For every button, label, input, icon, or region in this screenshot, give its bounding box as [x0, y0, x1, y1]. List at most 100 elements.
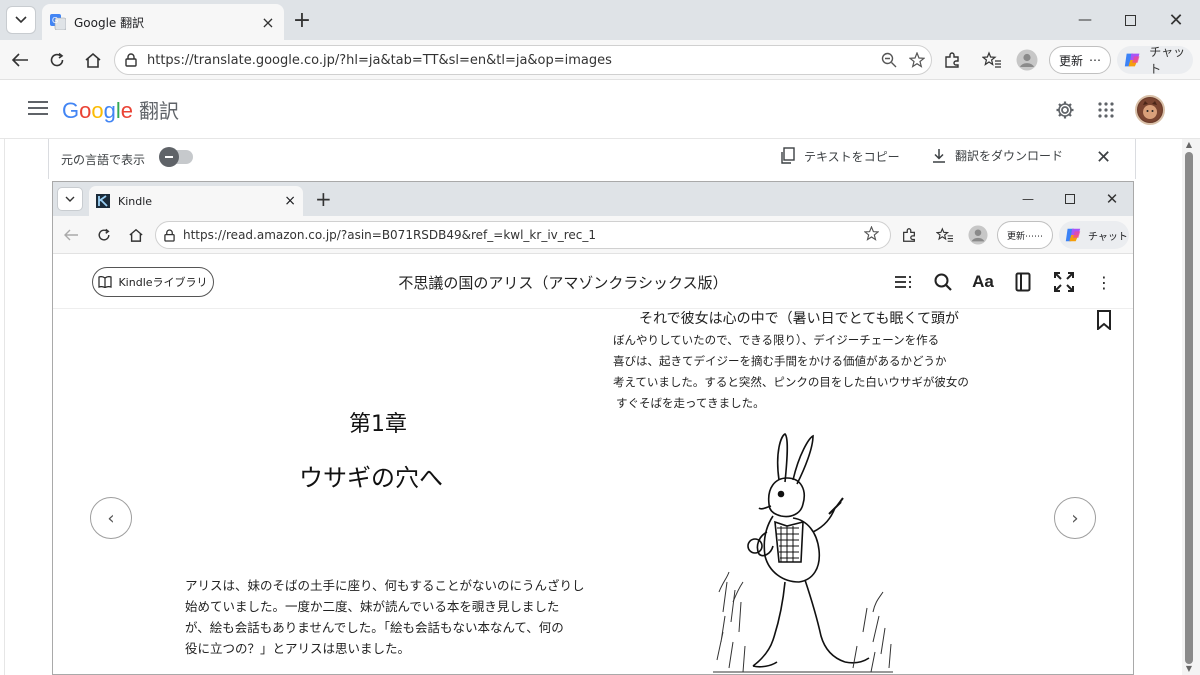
next-page-icon: ›	[1054, 497, 1096, 539]
scroll-up-icon[interactable]: ▲	[1184, 141, 1194, 149]
translated-image: Kindle × + — ✕ https://read.amazon.co.jp…	[52, 181, 1134, 675]
settings-gear-icon[interactable]	[1052, 97, 1078, 123]
zoom-icon[interactable]	[875, 52, 903, 68]
embedded-url-text: https://read.amazon.co.jp/?asin=B071RSDB…	[183, 228, 597, 242]
embedded-profile-icon	[968, 225, 988, 245]
scroll-down-icon[interactable]: ▼	[1184, 665, 1194, 673]
profile-icon	[1016, 49, 1038, 71]
google-translate-favicon-icon: G	[50, 14, 66, 30]
download-translation-button[interactable]: 翻訳をダウンロード	[931, 147, 1063, 164]
update-button[interactable]: 更新 ⋯	[1049, 46, 1111, 74]
embedded-refresh-icon	[94, 225, 114, 245]
kindle-toolbar: Kindleライブラリ 不思議の国のアリス（アマゾンクラシックス版） Aa ⋮	[53, 255, 1133, 309]
chat-label: チャット	[1149, 45, 1186, 76]
embedded-update-label: 更新⋯⋯	[1006, 231, 1043, 242]
copy-text-label: テキストをコピー	[804, 149, 900, 164]
bookmark-icon	[1097, 310, 1111, 330]
extensions-button[interactable]	[940, 48, 964, 72]
browser-tab-google-translate[interactable]: G Google 翻訳 ×	[42, 4, 284, 40]
logo-letter: G	[62, 98, 80, 123]
profile-button[interactable]	[1015, 48, 1039, 72]
logo-letter: e	[120, 98, 134, 123]
account-avatar[interactable]	[1135, 95, 1165, 125]
copilot-icon	[1124, 53, 1140, 67]
embedded-close-tab-icon: ×	[284, 193, 296, 209]
close-image-icon[interactable]: ✕	[1096, 147, 1111, 168]
show-original-toggle[interactable]	[159, 147, 193, 167]
browser-address-bar: https://translate.google.co.jp/?hl=ja&ta…	[0, 40, 1200, 80]
left-line: 役に立つの？」とアリスは思いました。	[185, 641, 411, 656]
left-line: が、絵も会話もありませんでした。「絵も会話もない本なんて、何の	[185, 620, 564, 635]
embedded-home-icon	[126, 225, 146, 245]
embedded-close-window-icon: ✕	[1105, 190, 1119, 208]
left-line: 始めていました。一度か二度、妹が読んでいる本を覗き見しました	[185, 599, 560, 614]
embedded-tab-bar: Kindle × + — ✕	[53, 182, 1133, 216]
refresh-button[interactable]	[45, 48, 69, 72]
right-line: 考えていました。すると突然、ピンクの目をした白いウサギが彼女の	[613, 375, 969, 389]
search-icon	[931, 270, 955, 294]
notebook-icon	[1011, 270, 1035, 294]
new-tab-button[interactable]: +	[290, 8, 314, 33]
tab-title: Google 翻訳	[74, 15, 145, 30]
favorites-button[interactable]	[980, 48, 1004, 72]
right-line: ぼんやりしていたので、できる限り）、デイジーチェーンを作る	[613, 333, 940, 347]
svg-text:G: G	[52, 16, 58, 25]
lock-icon	[125, 53, 137, 67]
refresh-icon	[50, 52, 64, 67]
font-settings-icon: Aa	[972, 272, 994, 291]
main-menu-icon[interactable]	[28, 101, 48, 117]
kindle-favicon-icon	[96, 194, 110, 208]
close-window-button[interactable]: ✕	[1153, 0, 1199, 40]
logo-letter: o	[79, 98, 92, 123]
scrollbar-thumb[interactable]	[1185, 152, 1193, 664]
product-name: 翻訳	[139, 101, 180, 123]
chapter-title: ウサギの穴へ	[299, 464, 443, 492]
embedded-update-button: 更新⋯⋯	[997, 221, 1053, 249]
embedded-tab-kindle: Kindle ×	[89, 186, 303, 216]
url-field[interactable]: https://translate.google.co.jp/?hl=ja&ta…	[114, 45, 932, 75]
avatar-image	[1138, 98, 1162, 122]
translate-header: Google 翻訳	[0, 81, 1200, 139]
kindle-library-button: Kindleライブラリ	[92, 267, 214, 297]
google-translate-logo[interactable]: Google 翻訳	[62, 95, 179, 124]
right-line: 喜びは、起きてデイジーを摘む手間をかける価値があるかどうか	[613, 354, 947, 368]
embedded-copilot-icon	[1065, 228, 1081, 242]
download-label: 翻訳をダウンロード	[955, 149, 1064, 163]
table-of-contents-icon	[891, 270, 915, 294]
left-line: アリスは、妹のそばの土手に座り、何もすることがないのにうんざりし	[185, 578, 585, 593]
more-options-icon: ⋮	[1096, 272, 1112, 292]
previous-page-icon: ‹	[90, 497, 132, 539]
minimize-button[interactable]: —	[1062, 0, 1108, 40]
embedded-lock-icon	[164, 228, 175, 242]
embedded-back-arrow-icon	[61, 225, 81, 245]
copy-text-button[interactable]: テキストをコピー	[780, 147, 900, 165]
embedded-favorites-icon	[935, 225, 955, 245]
kindle-library-label: Kindleライブラリ	[118, 276, 208, 289]
white-rabbit-illustration	[713, 433, 893, 673]
back-button[interactable]	[8, 48, 32, 72]
close-tab-icon[interactable]: ×	[260, 13, 276, 32]
copy-icon	[781, 147, 795, 164]
favorite-star-icon[interactable]	[903, 52, 931, 68]
embedded-chat-label: チャット	[1088, 231, 1128, 243]
embedded-chat-button: チャット	[1059, 221, 1129, 249]
maximize-button[interactable]	[1107, 0, 1153, 40]
more-dots-icon: ⋯	[1089, 53, 1101, 67]
show-original-label: 元の言語で表示	[61, 153, 146, 167]
open-book-icon	[98, 276, 113, 288]
apps-grid-icon[interactable]	[1093, 97, 1119, 123]
home-button[interactable]	[81, 48, 105, 72]
tab-list-button[interactable]	[6, 6, 36, 34]
copilot-chat-button[interactable]: チャット	[1117, 45, 1193, 76]
chevron-down-icon	[15, 16, 27, 24]
left-paragraph: アリスは、妹のそばの土手に座り、何もすることがないのにうんざりし 始めていました…	[185, 575, 585, 659]
download-icon	[933, 148, 945, 163]
logo-letter: o	[91, 98, 104, 123]
fullscreen-icon	[1052, 270, 1076, 294]
favorites-list-icon	[982, 51, 1001, 68]
maximize-icon	[1124, 14, 1136, 26]
url-text: https://translate.google.co.jp/?hl=ja&ta…	[147, 52, 612, 68]
logo-letter: g	[103, 98, 116, 123]
browser-tab-bar: G Google 翻訳 × + — ✕	[0, 0, 1200, 40]
embedded-address-bar: https://read.amazon.co.jp/?asin=B071RSDB…	[53, 216, 1133, 254]
